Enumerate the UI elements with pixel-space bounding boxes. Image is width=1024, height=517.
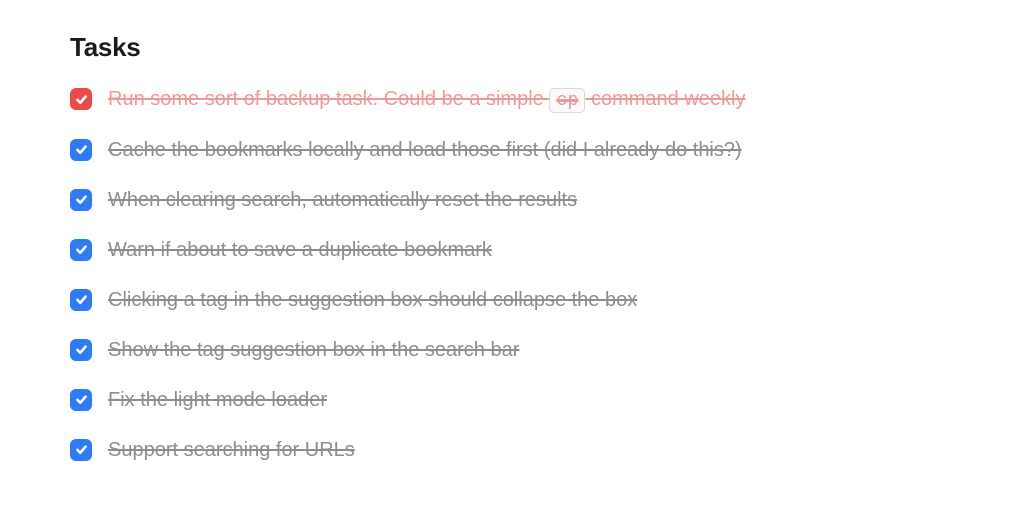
task-text: When clearing search, automatically rese…: [108, 186, 577, 214]
task-checkbox[interactable]: [70, 389, 92, 411]
task-item: Warn if about to save a duplicate bookma…: [70, 236, 954, 264]
task-text: Show the tag suggestion box in the searc…: [108, 336, 519, 364]
task-text-after: command weekly: [585, 88, 745, 110]
task-item: Run some sort of backup task. Could be a…: [70, 85, 954, 114]
task-checkbox[interactable]: [70, 339, 92, 361]
task-text: Clicking a tag in the suggestion box sho…: [108, 286, 637, 314]
check-icon: [75, 143, 88, 156]
task-text: Run some sort of backup task. Could be a…: [108, 85, 745, 114]
task-text: Cache the bookmarks locally and load tho…: [108, 136, 742, 164]
check-icon: [75, 193, 88, 206]
task-item: Fix the light mode loader: [70, 386, 954, 414]
check-icon: [75, 93, 88, 106]
task-checkbox[interactable]: [70, 88, 92, 110]
check-icon: [75, 343, 88, 356]
check-icon: [75, 443, 88, 456]
check-icon: [75, 393, 88, 406]
task-checkbox[interactable]: [70, 289, 92, 311]
task-checkbox[interactable]: [70, 239, 92, 261]
task-item: Show the tag suggestion box in the searc…: [70, 336, 954, 364]
task-text: Fix the light mode loader: [108, 386, 327, 414]
task-text: Warn if about to save a duplicate bookma…: [108, 236, 492, 264]
task-item: Cache the bookmarks locally and load tho…: [70, 136, 954, 164]
task-item: Clicking a tag in the suggestion box sho…: [70, 286, 954, 314]
tasks-heading: Tasks: [70, 32, 954, 63]
task-checkbox[interactable]: [70, 189, 92, 211]
check-icon: [75, 243, 88, 256]
inline-code: cp: [549, 88, 585, 113]
task-item: When clearing search, automatically rese…: [70, 186, 954, 214]
check-icon: [75, 293, 88, 306]
task-checkbox[interactable]: [70, 139, 92, 161]
task-text-before: Run some sort of backup task. Could be a…: [108, 88, 549, 110]
task-list: Run some sort of backup task. Could be a…: [70, 85, 954, 464]
task-checkbox[interactable]: [70, 439, 92, 461]
task-item: Support searching for URLs: [70, 436, 954, 464]
task-text: Support searching for URLs: [108, 436, 355, 464]
